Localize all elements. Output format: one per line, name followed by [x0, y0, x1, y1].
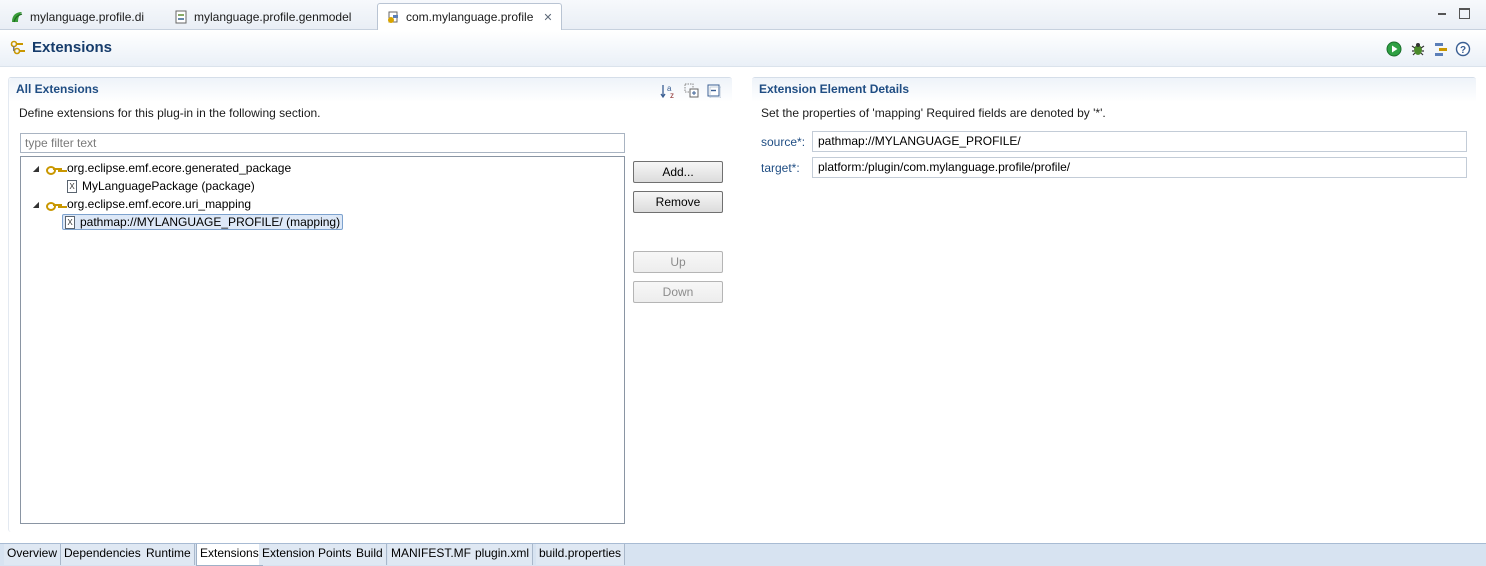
genmodel-file-icon [174, 10, 188, 24]
filter-input[interactable] [20, 133, 625, 153]
target-field[interactable]: platform:/plugin/com.mylanguage.profile/… [812, 157, 1467, 178]
collapse-all-icon[interactable] [707, 84, 721, 98]
page-title: Extensions [32, 39, 113, 56]
tree-node-selection: X pathmap://MYLANGUAGE_PROFILE/ (mapping… [62, 214, 344, 230]
editor-page-tabs: Overview Dependencies Runtime Extensions… [0, 543, 1486, 566]
close-icon[interactable]: ✕ [543, 11, 552, 24]
export-wizard-icon[interactable] [1433, 41, 1449, 57]
extension-element-icon: X [67, 179, 77, 193]
details-description: Set the properties of 'mapping' Required… [761, 106, 1106, 120]
tab-manifest[interactable]: MANIFEST.MF [388, 544, 475, 565]
tree-node-package[interactable]: X MyLanguagePackage (package) [67, 177, 255, 195]
target-label: target*: [761, 161, 800, 175]
source-field[interactable]: pathmap://MYLANGUAGE_PROFILE/ [812, 131, 1467, 152]
plugin-manifest-icon [386, 10, 400, 24]
editor-tab-di[interactable]: mylanguage.profile.di [2, 4, 152, 29]
extensions-icon [10, 40, 26, 56]
extension-point-icon [46, 199, 62, 211]
editor-tab-label: mylanguage.profile.di [30, 9, 145, 24]
svg-text:z: z [670, 91, 674, 99]
help-icon[interactable]: ? [1455, 41, 1471, 57]
extension-element-icon: X [65, 215, 75, 229]
tab-extensions[interactable]: Extensions [196, 544, 263, 566]
remove-button[interactable]: Remove [633, 191, 723, 213]
run-icon[interactable] [1386, 41, 1402, 57]
tab-extension-points[interactable]: Extension Points [259, 544, 356, 565]
tab-overview[interactable]: Overview [4, 544, 62, 565]
form-header: Extensions ? [0, 31, 1486, 67]
tab-build-properties[interactable]: build.properties [536, 544, 626, 565]
tree-node-mapping[interactable]: X pathmap://MYLANGUAGE_PROFILE/ (mapping… [62, 213, 344, 231]
section-title: Extension Element Details [759, 82, 910, 96]
extensions-tree[interactable]: ◢ org.eclipse.emf.ecore.generated_packag… [20, 156, 625, 524]
tree-node-generated-package[interactable]: ◢ org.eclipse.emf.ecore.generated_packag… [31, 159, 291, 177]
editor-tab-label: mylanguage.profile.genmodel [194, 9, 352, 24]
maximize-button[interactable] [1459, 8, 1470, 19]
show-extension-content-icon[interactable] [684, 83, 700, 99]
section-title: All Extensions [16, 82, 99, 96]
add-button[interactable]: Add... [633, 161, 723, 183]
sort-alphabetically-icon[interactable]: az [660, 83, 678, 99]
collapse-arrow-icon[interactable]: ◢ [31, 164, 41, 173]
tab-dependencies[interactable]: Dependencies [61, 544, 145, 565]
tab-plugin-xml[interactable]: plugin.xml [472, 544, 534, 565]
down-button[interactable]: Down [633, 281, 723, 303]
tree-node-label: MyLanguagePackage (package) [82, 179, 255, 193]
tab-runtime[interactable]: Runtime [143, 544, 195, 565]
tree-node-label: org.eclipse.emf.ecore.uri_mapping [67, 197, 252, 211]
tab-build[interactable]: Build [353, 544, 387, 565]
editor-tab-strip: mylanguage.profile.di mylanguage.profile… [0, 0, 1486, 30]
minimize-button[interactable] [1436, 7, 1448, 19]
tree-node-label: org.eclipse.emf.ecore.generated_package [67, 161, 292, 175]
section-description: Define extensions for this plug-in in th… [19, 106, 321, 120]
debug-icon[interactable] [1410, 41, 1426, 57]
up-button[interactable]: Up [633, 251, 723, 273]
extension-point-icon [46, 163, 62, 175]
svg-text:?: ? [1460, 45, 1466, 56]
editor-tab-plugin[interactable]: com.mylanguage.profile ✕ [377, 3, 562, 30]
editor-tab-label: com.mylanguage.profile [406, 10, 534, 24]
editor-tab-genmodel[interactable]: mylanguage.profile.genmodel [166, 4, 359, 29]
papyrus-di-icon [10, 10, 24, 24]
collapse-arrow-icon[interactable]: ◢ [31, 200, 41, 209]
tree-node-uri-mapping[interactable]: ◢ org.eclipse.emf.ecore.uri_mapping [31, 195, 251, 213]
source-label: source*: [761, 135, 806, 149]
tree-node-label: pathmap://MYLANGUAGE_PROFILE/ (mapping) [80, 215, 341, 229]
